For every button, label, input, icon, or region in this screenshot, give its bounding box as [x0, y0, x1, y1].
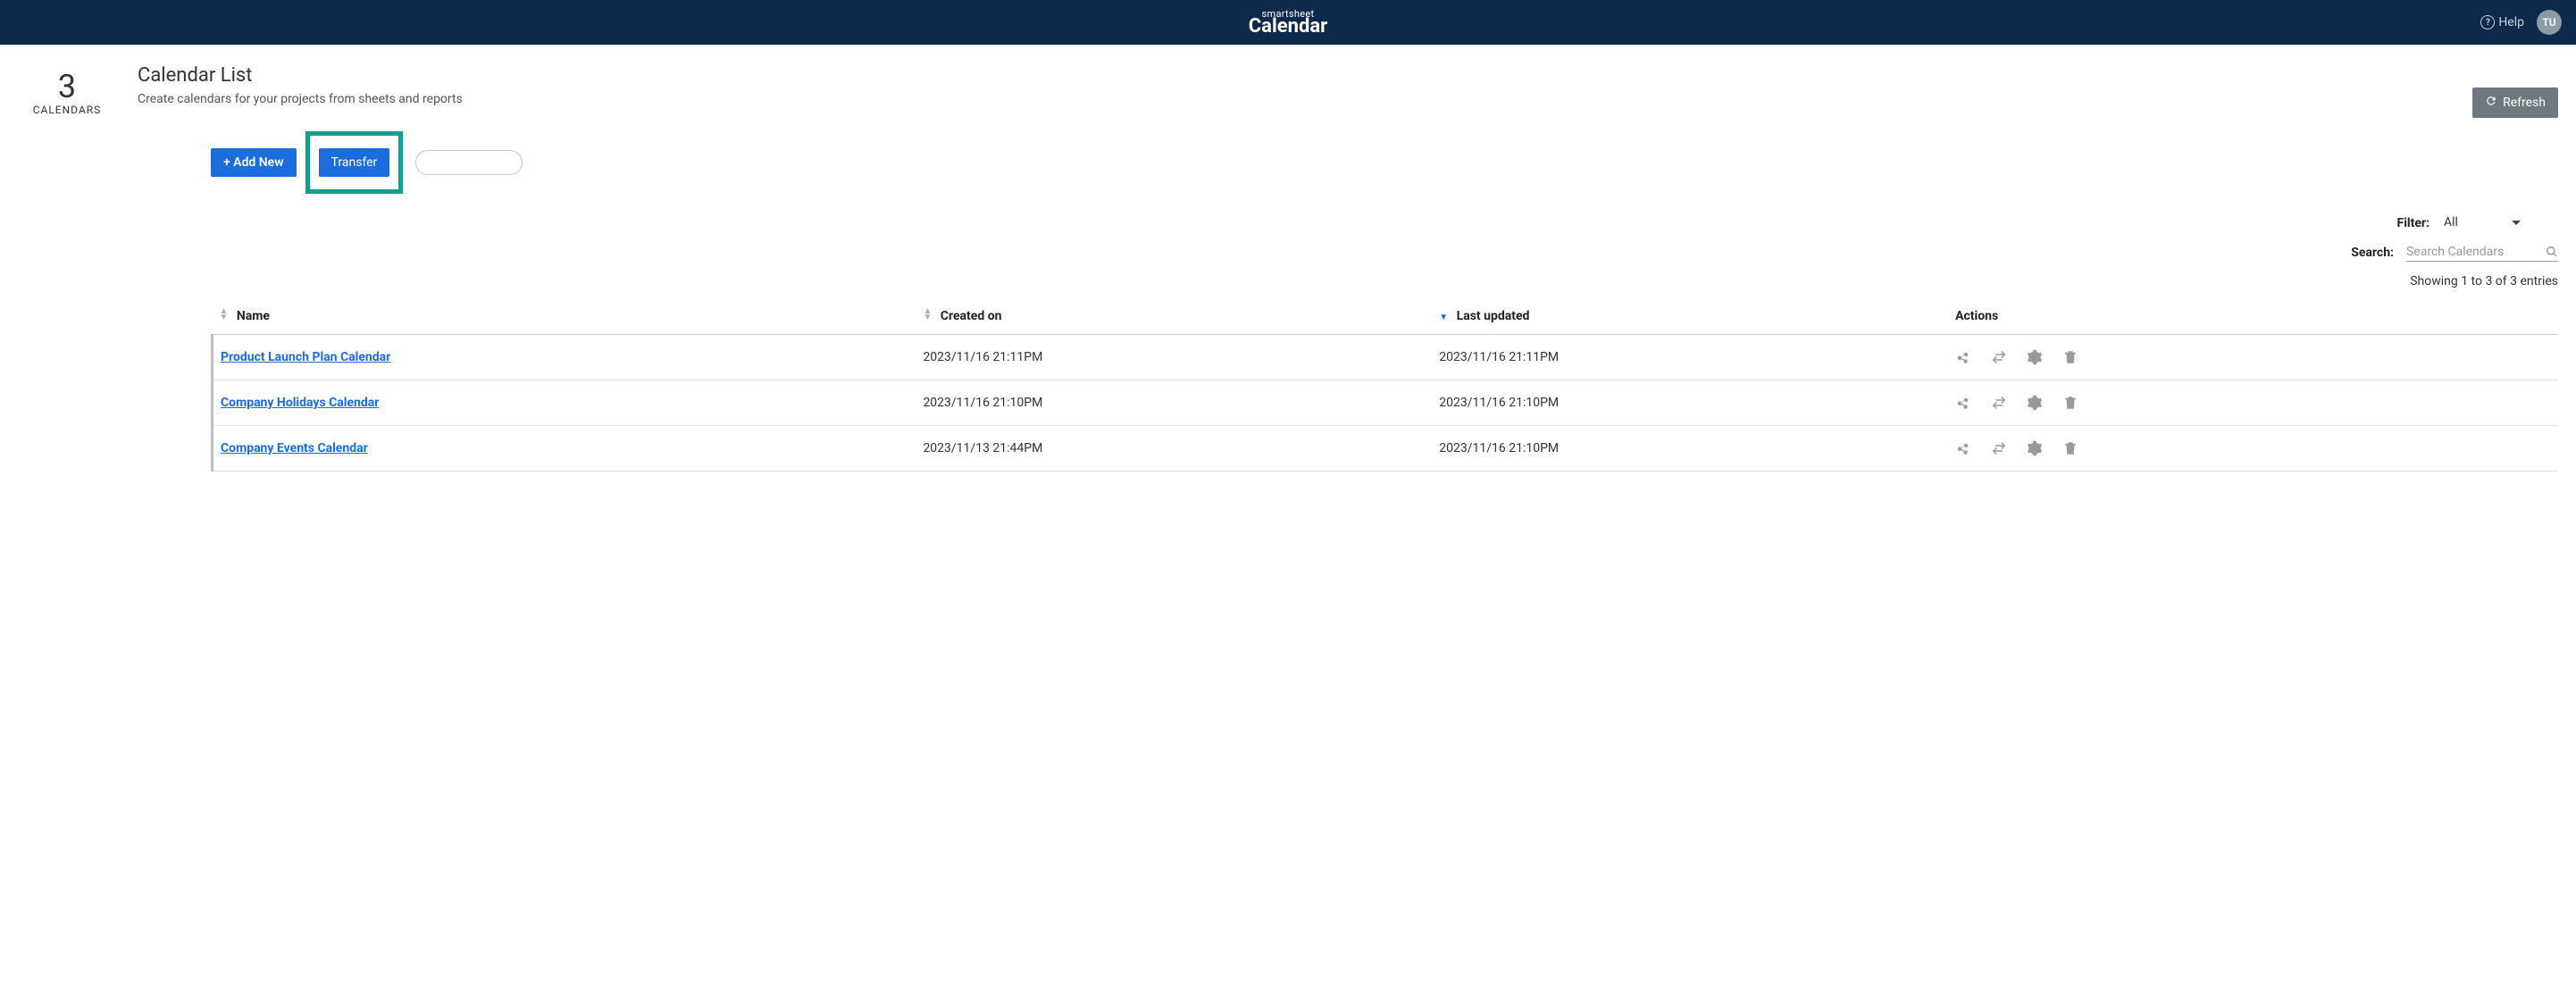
search-row: Search:: [2351, 243, 2558, 262]
filter-value: All: [2444, 215, 2458, 230]
col-actions-label: Actions: [1955, 309, 1998, 323]
page: 3 CALENDARS Calendar List Create calenda…: [0, 45, 2576, 472]
filters: Filter: All Search:: [211, 212, 2558, 262]
help-icon: ?: [2480, 15, 2495, 29]
delete-icon[interactable]: [2062, 349, 2078, 365]
transfer-icon[interactable]: [1991, 395, 2007, 411]
col-name-label: Name: [237, 309, 270, 323]
help-label: Help: [2498, 15, 2524, 29]
sort-desc-icon: ▼: [1439, 313, 1448, 322]
delete-icon[interactable]: [2062, 440, 2078, 456]
col-header-name[interactable]: ▲▼ Name: [213, 297, 916, 335]
created-on-cell: 2023/11/13 21:44PM: [916, 426, 1432, 472]
chevron-down-icon: [2512, 221, 2521, 225]
main: Calendar List Create calendars for your …: [138, 64, 2558, 472]
transfer-button[interactable]: Transfer: [319, 148, 390, 177]
table-row: Product Launch Plan Calendar 2023/11/16 2…: [213, 335, 2559, 380]
table-row: Company Events Calendar 2023/11/13 21:44P…: [213, 426, 2559, 472]
transfer-highlight: Transfer: [305, 131, 404, 194]
created-on-cell: 2023/11/16 21:11PM: [916, 335, 1432, 380]
avatar[interactable]: TU: [2537, 10, 2562, 35]
actions-cell: [1955, 349, 2551, 365]
settings-icon[interactable]: [2027, 395, 2043, 411]
calendar-count-box: 3 CALENDARS: [18, 64, 116, 472]
transfer-icon[interactable]: [1991, 349, 2007, 365]
actions-cell: [1955, 440, 2551, 456]
settings-icon[interactable]: [2027, 440, 2043, 456]
brand-logo: smartsheet Calendar: [1249, 9, 1327, 37]
calendar-name-link[interactable]: Company Holidays Calendar: [221, 396, 379, 410]
transfer-icon[interactable]: [1991, 440, 2007, 456]
callout-bubble: [415, 150, 523, 175]
calendar-count-number: 3: [18, 68, 116, 105]
search-icon: [2546, 246, 2558, 258]
search-label: Search:: [2351, 246, 2394, 260]
brand-large: Calendar: [1249, 17, 1327, 37]
page-subtitle: Create calendars for your projects from …: [138, 92, 2558, 106]
share-icon[interactable]: [1955, 349, 1971, 365]
entries-count: Showing 1 to 3 of 3 entries: [211, 274, 2558, 288]
col-header-updated[interactable]: ▼ Last updated: [1432, 297, 1948, 335]
actions-cell: [1955, 395, 2551, 411]
topbar: smartsheet Calendar ? Help TU: [0, 0, 2576, 45]
col-created-label: Created on: [941, 309, 1002, 323]
calendar-name-link[interactable]: Company Events Calendar: [221, 441, 368, 455]
toolbar: + Add New Transfer: [211, 131, 2558, 194]
share-icon[interactable]: [1955, 440, 1971, 456]
add-new-button[interactable]: + Add New: [211, 148, 297, 177]
col-updated-label: Last updated: [1457, 309, 1530, 323]
delete-icon[interactable]: [2062, 395, 2078, 411]
filter-row: Filter: All: [2397, 212, 2558, 234]
refresh-button[interactable]: Refresh: [2472, 88, 2558, 118]
help-link[interactable]: ? Help: [2480, 15, 2524, 29]
last-updated-cell: 2023/11/16 21:10PM: [1432, 426, 1948, 472]
refresh-icon: [2485, 95, 2497, 111]
filter-label: Filter:: [2397, 216, 2430, 230]
topbar-right: ? Help TU: [2480, 10, 2562, 35]
share-icon[interactable]: [1955, 395, 1971, 411]
table-row: Company Holidays Calendar 2023/11/16 21:1…: [213, 380, 2559, 426]
created-on-cell: 2023/11/16 21:10PM: [916, 380, 1432, 426]
table-wrap: ▲▼ Name ▲▼ Created on ▼ Last updated A: [211, 297, 2558, 472]
refresh-label: Refresh: [2503, 96, 2546, 110]
refresh-wrap: Refresh: [2472, 88, 2558, 118]
sort-icon: ▲▼: [220, 308, 229, 321]
calendar-table: ▲▼ Name ▲▼ Created on ▼ Last updated A: [211, 297, 2558, 472]
last-updated-cell: 2023/11/16 21:10PM: [1432, 380, 1948, 426]
col-header-created[interactable]: ▲▼ Created on: [916, 297, 1432, 335]
filter-select[interactable]: All: [2442, 212, 2558, 234]
last-updated-cell: 2023/11/16 21:11PM: [1432, 335, 1948, 380]
search-box: [2406, 243, 2558, 262]
search-input[interactable]: [2406, 245, 2522, 259]
calendar-name-link[interactable]: Product Launch Plan Calendar: [221, 350, 390, 364]
calendar-count-label: CALENDARS: [18, 104, 116, 116]
settings-icon[interactable]: [2027, 349, 2043, 365]
page-title: Calendar List: [138, 64, 2558, 87]
sort-icon: ▲▼: [923, 308, 932, 321]
col-header-actions: Actions: [1948, 297, 2558, 335]
